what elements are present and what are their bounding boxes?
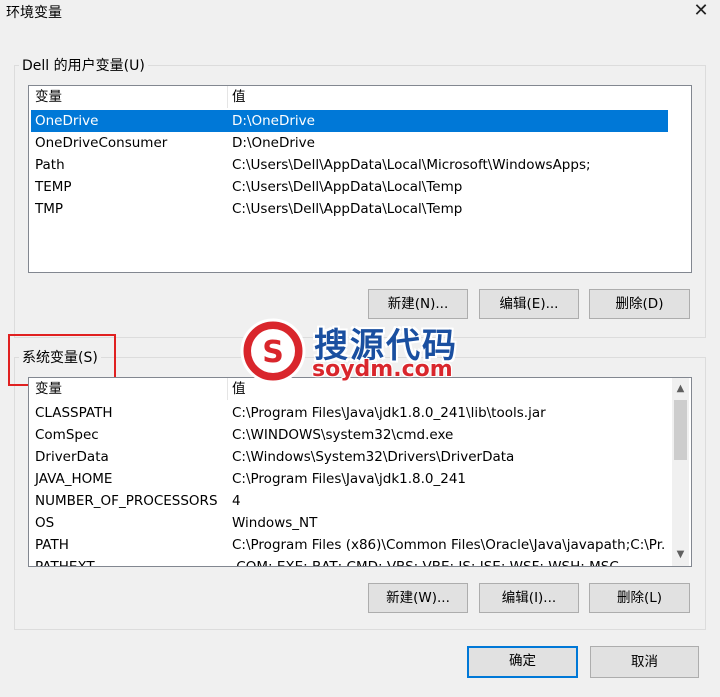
scroll-down-icon[interactable]: ▼ (672, 546, 689, 563)
scroll-thumb[interactable] (674, 400, 687, 460)
list-item[interactable]: CLASSPATH C:\Program Files\Java\jdk1.8.0_… (31, 402, 670, 424)
list-item[interactable]: OneDrive D:\OneDrive (31, 110, 668, 132)
list-item[interactable]: NUMBER_OF_PROCESSORS 4 (31, 490, 670, 512)
col-header-name[interactable]: 变量 (35, 378, 228, 400)
var-value: Windows_NT (232, 515, 318, 531)
window-title: 环境变量 (6, 5, 62, 21)
watermark-logo-icon: S (240, 318, 306, 384)
user-delete-button[interactable]: 删除(D) (589, 289, 690, 319)
list-item[interactable]: OneDriveConsumer D:\OneDrive (31, 132, 668, 154)
var-value: C:\Users\Dell\AppData\Local\Temp (232, 201, 463, 217)
var-name: OS (35, 515, 55, 531)
var-name: TMP (35, 201, 64, 217)
user-edit-button[interactable]: 编辑(E)... (479, 289, 579, 319)
var-name: Path (35, 157, 65, 173)
user-vars-list[interactable]: 变量 值 OneDrive D:\OneDrive OneDriveConsumer… (28, 85, 692, 273)
col-header-value[interactable]: 值 (232, 86, 672, 108)
var-value: C:\Program Files\Java\jdk1.8.0_241 (232, 471, 467, 487)
col-header-name[interactable]: 变量 (35, 86, 228, 108)
var-value: C:\Program Files (x86)\Common Files\Orac… (232, 537, 666, 553)
var-name: OneDrive (35, 113, 99, 129)
var-name: JAVA_HOME (35, 471, 113, 487)
system-vars-list[interactable]: 变量 值 CLASSPATH C:\Program Files\Java\jdk1… (28, 377, 692, 567)
close-icon[interactable]: ✕ (690, 0, 712, 22)
var-name: CLASSPATH (35, 405, 113, 421)
var-name: OneDriveConsumer (35, 135, 168, 151)
list-item[interactable]: TEMP C:\Users\Dell\AppData\Local\Temp (31, 176, 668, 198)
watermark-domain: soydm.com (312, 357, 453, 382)
list-item[interactable]: TMP C:\Users\Dell\AppData\Local\Temp (31, 198, 668, 220)
user-vars-label: Dell 的用户变量(U) (19, 55, 148, 75)
var-value: C:\WINDOWS\system32\cmd.exe (232, 427, 454, 443)
cancel-button[interactable]: 取消 (590, 646, 699, 678)
var-value: D:\OneDrive (232, 135, 315, 151)
var-value: C:\Users\Dell\AppData\Local\Temp (232, 179, 463, 195)
list-item[interactable]: PATH C:\Program Files (x86)\Common Files\… (31, 534, 670, 556)
var-name: PATHEXT (35, 559, 95, 567)
var-name: NUMBER_OF_PROCESSORS (35, 493, 218, 509)
system-vars-scrollbar[interactable]: ▲ ▼ (672, 378, 689, 566)
list-item[interactable]: Path C:\Users\Dell\AppData\Local\Microsof… (31, 154, 668, 176)
var-name: PATH (35, 537, 69, 553)
system-edit-button[interactable]: 编辑(I)... (479, 583, 579, 613)
var-value: .COM;.EXE;.BAT;.CMD;.VBS;.VBE;.JS;.JSE;.… (232, 559, 619, 567)
system-new-button[interactable]: 新建(W)... (368, 583, 468, 613)
system-delete-button[interactable]: 删除(L) (589, 583, 690, 613)
var-name: DriverData (35, 449, 109, 465)
user-vars-header: 变量 值 (29, 86, 691, 108)
var-value: C:\Windows\System32\Drivers\DriverData (232, 449, 515, 465)
var-value: C:\Program Files\Java\jdk1.8.0_241\lib\t… (232, 405, 546, 421)
scroll-up-icon[interactable]: ▲ (672, 380, 689, 397)
list-item[interactable]: JAVA_HOME C:\Program Files\Java\jdk1.8.0_… (31, 468, 670, 490)
var-name: TEMP (35, 179, 72, 195)
watermark-logo-letter: S (262, 335, 284, 370)
var-name: ComSpec (35, 427, 99, 443)
list-item[interactable]: PATHEXT .COM;.EXE;.BAT;.CMD;.VBS;.VBE;.JS… (31, 556, 670, 567)
var-value: D:\OneDrive (232, 113, 315, 129)
list-item[interactable]: OS Windows_NT (31, 512, 670, 534)
var-value: C:\Users\Dell\AppData\Local\Microsoft\Wi… (232, 157, 591, 173)
list-item[interactable]: ComSpec C:\WINDOWS\system32\cmd.exe (31, 424, 670, 446)
ok-button[interactable]: 确定 (467, 646, 578, 678)
user-new-button[interactable]: 新建(N)... (368, 289, 468, 319)
var-value: 4 (232, 493, 241, 509)
list-item[interactable]: DriverData C:\Windows\System32\Drivers\Dr… (31, 446, 670, 468)
